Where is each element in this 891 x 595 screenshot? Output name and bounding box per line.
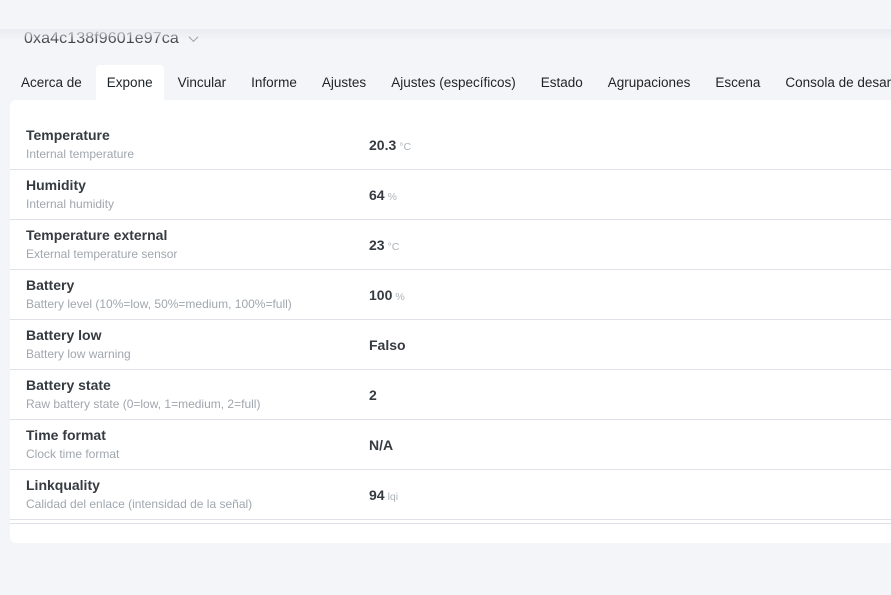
expose-value: 20.3°C (369, 137, 411, 153)
tab-estado[interactable]: Estado (530, 65, 594, 100)
expose-value-number: 23 (369, 237, 385, 253)
tab-agrupaciones[interactable]: Agrupaciones (597, 65, 702, 100)
expose-value-unit: % (395, 291, 404, 303)
expose-info: Temperature external External temperatur… (26, 227, 369, 262)
tab-vincular[interactable]: Vincular (167, 65, 238, 100)
expose-info: Battery state Raw battery state (0=low, … (26, 377, 369, 412)
expose-label: Time format (26, 427, 357, 444)
expose-value: 2 (369, 387, 377, 403)
tab-acerca-de[interactable]: Acerca de (10, 65, 93, 100)
tab-informe[interactable]: Informe (240, 65, 308, 100)
expose-description: Internal temperature (26, 147, 357, 162)
expose-row: Time format Clock time format N/A (10, 420, 891, 470)
expose-label: Battery low (26, 327, 357, 344)
expose-description: Calidad del enlace (intensidad de la señ… (26, 497, 357, 512)
expose-description: Internal humidity (26, 197, 357, 212)
expose-value: N/A (369, 437, 393, 453)
expose-value-unit: lqi (388, 491, 399, 503)
chevron-down-icon[interactable] (188, 32, 198, 42)
device-title: 0xa4c138f9601e97ca (24, 30, 179, 48)
tab-ajustes-especificos[interactable]: Ajustes (específicos) (380, 65, 527, 100)
expose-label: Linkquality (26, 477, 357, 494)
tab-escena[interactable]: Escena (704, 65, 771, 100)
expose-info: Linkquality Calidad del enlace (intensid… (26, 477, 369, 512)
expose-row: Linkquality Calidad del enlace (intensid… (10, 470, 891, 520)
expose-description: Clock time format (26, 447, 357, 462)
expose-value: 94lqi (369, 487, 398, 503)
exposes-card: Temperature Internal temperature 20.3°C … (10, 100, 891, 543)
tab-ajustes[interactable]: Ajustes (311, 65, 377, 100)
expose-label: Temperature (26, 127, 357, 144)
expose-value: 64% (369, 187, 397, 203)
expose-value-number: 94 (369, 487, 385, 503)
expose-value-number: 20.3 (369, 137, 396, 153)
expose-info: Battery Battery level (10%=low, 50%=medi… (26, 277, 369, 312)
expose-value: 100% (369, 287, 405, 303)
expose-row: Humidity Internal humidity 64% (10, 170, 891, 220)
expose-description: Battery level (10%=low, 50%=medium, 100%… (26, 297, 357, 312)
expose-row: Temperature Internal temperature 20.3°C (10, 120, 891, 170)
expose-value-unit: % (388, 191, 397, 203)
expose-value-number: N/A (369, 437, 393, 453)
tab-bar: Acerca deExponeVincularInformeAjustesAju… (10, 65, 891, 100)
tab-consola-de-desarrollo[interactable]: Consola de desarrollo (774, 65, 891, 100)
expose-label: Battery (26, 277, 357, 294)
expose-description: Battery low warning (26, 347, 357, 362)
expose-label: Battery state (26, 377, 357, 394)
table-end-divider (10, 520, 891, 524)
expose-value-number: Falso (369, 337, 406, 353)
expose-value-number: 100 (369, 287, 392, 303)
expose-value-unit: °C (388, 241, 400, 253)
expose-info: Temperature Internal temperature (26, 127, 369, 162)
expose-row: Temperature external External temperatur… (10, 220, 891, 270)
expose-value: Falso (369, 337, 406, 353)
expose-info: Battery low Battery low warning (26, 327, 369, 362)
expose-label: Humidity (26, 177, 357, 194)
expose-row: Battery low Battery low warning Falso (10, 320, 891, 370)
tab-expone[interactable]: Expone (96, 65, 164, 100)
expose-label: Temperature external (26, 227, 357, 244)
expose-description: External temperature sensor (26, 247, 357, 262)
expose-info: Humidity Internal humidity (26, 177, 369, 212)
expose-value-number: 2 (369, 387, 377, 403)
expose-value-unit: °C (399, 141, 411, 153)
device-header: 0xa4c138f9601e97ca (24, 29, 891, 49)
expose-row: Battery Battery level (10%=low, 50%=medi… (10, 270, 891, 320)
exposes-rows-container: Temperature Internal temperature 20.3°C … (10, 120, 891, 520)
expose-info: Time format Clock time format (26, 427, 369, 462)
expose-value-number: 64 (369, 187, 385, 203)
expose-value: 23°C (369, 237, 399, 253)
expose-description: Raw battery state (0=low, 1=medium, 2=fu… (26, 397, 357, 412)
expose-row: Battery state Raw battery state (0=low, … (10, 370, 891, 420)
